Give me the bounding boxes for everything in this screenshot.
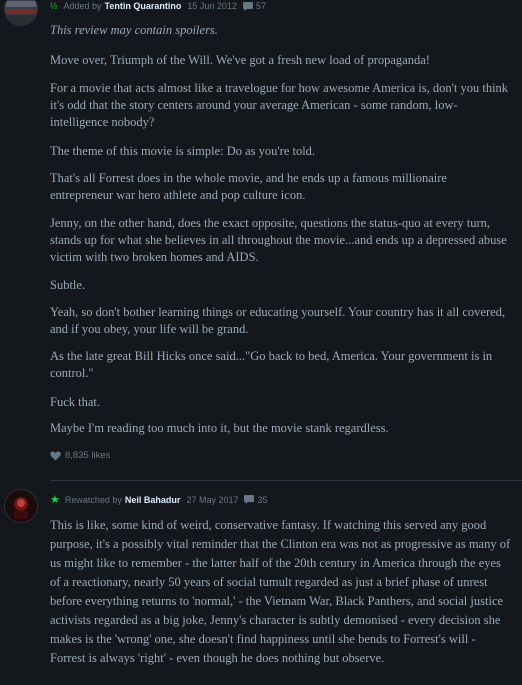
avatar[interactable] [4,489,38,523]
author-link[interactable]: Neil Bahadur [125,495,181,505]
review-paragraph: Subtle. [50,278,86,292]
review-meta: ½ Added by Tentin Quarantino 15 Jun 2012… [50,1,266,11]
heart-icon [50,451,61,460]
review-date[interactable]: 15 Jun 2012 [187,1,237,11]
like-count: 8,835 likes [65,450,111,461]
comment-count-link[interactable]: 35 [244,494,268,505]
review-paragraph: Yeah, so don't bother learning things or… [50,305,506,336]
review-paragraph: Move over, Triumph of the Will. We've go… [50,53,430,67]
review-paragraph: As the late great Bill Hicks once said..… [50,349,493,380]
review-paragraph: For a movie that acts almost like a trav… [50,81,509,129]
review-paragraph: Maybe I'm reading too much into it, but … [50,421,389,435]
avatar[interactable] [4,0,38,26]
review-card: ½ Added by Tentin Quarantino 15 Jun 2012… [0,0,522,470]
review-paragraph: Fuck that. [50,395,100,409]
comment-count-link[interactable]: 57 [242,1,266,11]
like-button[interactable]: 8,835 likes [50,450,110,461]
rewatch-star-icon: ★ [50,494,60,506]
comment-count: 35 [257,494,268,505]
review-date[interactable]: 27 May 2017 [186,495,238,505]
author-link[interactable]: Tentin Quarantino [105,1,182,11]
review-meta: ★ Rewatched by Neil Bahadur 27 May 2017 … [50,493,268,506]
comment-count: 57 [255,1,266,11]
review-paragraph: That's all Forrest does in the whole mov… [50,171,447,202]
review-paragraph: The theme of this movie is simple: Do as… [50,144,316,158]
comment-icon [242,1,253,11]
activity-label: Added by [63,1,102,11]
activity-label: Rewatched by [64,494,122,505]
review-paragraph: Jenny, on the other hand, does the exact… [50,216,507,264]
spoiler-notice: This review may contain spoilers. [50,23,218,37]
review-paragraph: This is like, some kind of weird, conser… [50,518,511,665]
rating-half-star: ½ [50,1,58,11]
review-card: ★ Rewatched by Neil Bahadur 27 May 2017 … [0,481,522,685]
comment-icon [244,495,255,504]
